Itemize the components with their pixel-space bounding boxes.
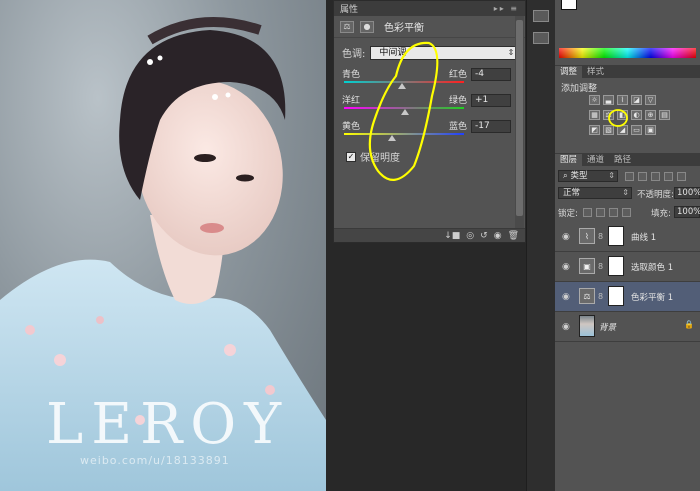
layer-name: 曲线 1 (631, 233, 657, 243)
lock-label: 锁定: (558, 209, 578, 219)
blend-mode-select[interactable]: 正常 (558, 187, 632, 199)
layer-name: 选取颜色 1 (631, 263, 674, 273)
layer-tools: ⌕ 类型 正常 不透明度: 100% 锁定: 填充: 100% (555, 167, 700, 227)
layer-mask-thumbnail[interactable] (608, 286, 624, 306)
color-lookup-icon[interactable]: ▤ (659, 110, 670, 120)
photo-filter-icon[interactable]: ◐ (631, 110, 642, 120)
gradient-map-icon[interactable]: ▭ (631, 125, 642, 135)
foreground-swatch[interactable] (561, 0, 577, 10)
layer-filter-select[interactable]: ⌕ 类型 (558, 170, 618, 182)
selective-color-icon[interactable]: ▣ (645, 125, 656, 135)
fill-value[interactable]: 100% (674, 206, 700, 218)
layer-row[interactable]: ◉ ⌇ 8 曲线 1 (555, 222, 700, 252)
adjustments-tabbar: 调整 样式 (555, 65, 700, 78)
curves-icon: ⌇ (579, 228, 595, 244)
layers-tabbar: 图层 通道 路径 (555, 153, 700, 166)
lock-position-icon[interactable] (609, 208, 618, 217)
link-icon[interactable]: 8 (598, 292, 603, 301)
layers-list: ◉ ⌇ 8 曲线 1 ◉ ▣ 8 选取颜色 1 ◉ ⚖ 8 色彩平衡 1 ◉ 背… (555, 222, 700, 342)
properties-panel: 属性 ▸▸ ≡ ⚖ ● 色彩平衡 色调: 中间调 青色 红色 -4 洋红 绿色 … (333, 0, 526, 243)
layer-row-background[interactable]: ◉ 背景 🔒 (555, 312, 700, 342)
channel-mixer-icon[interactable]: ⊕ (645, 110, 656, 120)
layer-mask-thumbnail[interactable] (608, 226, 624, 246)
lock-icon: 🔒 (684, 320, 694, 329)
color-balance-icon: ⚖ (579, 288, 595, 304)
filter-label: 类型 (570, 171, 588, 181)
brightness-icon[interactable]: ☼ (589, 95, 600, 105)
document-canvas[interactable]: LEROY weibo.com/u/18133891 (0, 0, 326, 491)
vibrance-icon[interactable]: ▽ (645, 95, 656, 105)
swatches-panel-icon[interactable] (533, 32, 549, 44)
lock-transparent-icon[interactable] (583, 208, 592, 217)
hue-saturation-icon[interactable]: ▦ (589, 110, 600, 120)
filter-text-icon[interactable] (651, 172, 660, 181)
annotation-circle (368, 41, 439, 181)
layer-row-selected[interactable]: ◉ ⚖ 8 色彩平衡 1 (555, 282, 700, 312)
lock-all-icon[interactable] (622, 208, 631, 217)
eye-icon[interactable]: ◉ (562, 292, 570, 302)
opacity-value[interactable]: 100% (674, 187, 700, 199)
layer-mask-thumbnail[interactable] (608, 256, 624, 276)
link-icon[interactable]: 8 (598, 262, 603, 271)
filter-smart-icon[interactable] (677, 172, 686, 181)
tab-channels[interactable]: 通道 (582, 154, 609, 166)
color-panel (555, 0, 700, 60)
eye-icon[interactable]: ◉ (562, 232, 570, 242)
color-spectrum[interactable] (559, 48, 696, 58)
eye-icon[interactable]: ◉ (562, 262, 570, 272)
watermark-text: LEROY (46, 392, 290, 457)
lock-image-icon[interactable] (596, 208, 605, 217)
layer-thumbnail[interactable] (579, 315, 595, 337)
curves-icon[interactable]: ⌇ (617, 95, 628, 105)
layer-name: 背景 (599, 323, 617, 333)
levels-icon[interactable]: ▃ (603, 95, 614, 105)
filter-shape-icon[interactable] (664, 172, 673, 181)
tab-styles[interactable]: 样式 (582, 66, 609, 78)
exposure-icon[interactable]: ◪ (631, 95, 642, 105)
layer-row[interactable]: ◉ ▣ 8 选取颜色 1 (555, 252, 700, 282)
adjustment-icons: ☼ ▃ ⌇ ◪ ▽ ▦ ⚖ ◧ ◐ ⊕ ▤ ◩ ▧ ◢ ▭ ▣ (589, 95, 679, 140)
opacity-label: 不透明度: (637, 190, 674, 200)
eye-icon[interactable]: ◉ (562, 322, 570, 332)
selective-color-icon: ▣ (579, 258, 595, 274)
dock-strip (526, 0, 555, 491)
filter-pixel-icon[interactable] (625, 172, 634, 181)
right-panels: 调整 样式 添加调整 ☼ ▃ ⌇ ◪ ▽ ▦ ⚖ ◧ ◐ ⊕ ▤ ◩ ▧ ◢ ▭… (555, 0, 700, 491)
annotation-circle-small (608, 109, 628, 127)
filter-adjust-icon[interactable] (638, 172, 647, 181)
layer-name: 色彩平衡 1 (631, 293, 674, 303)
tab-adjustments[interactable]: 调整 (555, 66, 583, 78)
invert-icon[interactable]: ◩ (589, 125, 600, 135)
add-adjustment-title: 添加调整 (561, 84, 598, 94)
watermark-subtext: weibo.com/u/18133891 (80, 454, 230, 467)
fill-label: 填充: (651, 209, 671, 219)
tab-paths[interactable]: 路径 (609, 154, 636, 166)
link-icon[interactable]: 8 (598, 232, 603, 241)
tab-layers[interactable]: 图层 (555, 154, 583, 166)
color-panel-icon[interactable] (533, 10, 549, 22)
